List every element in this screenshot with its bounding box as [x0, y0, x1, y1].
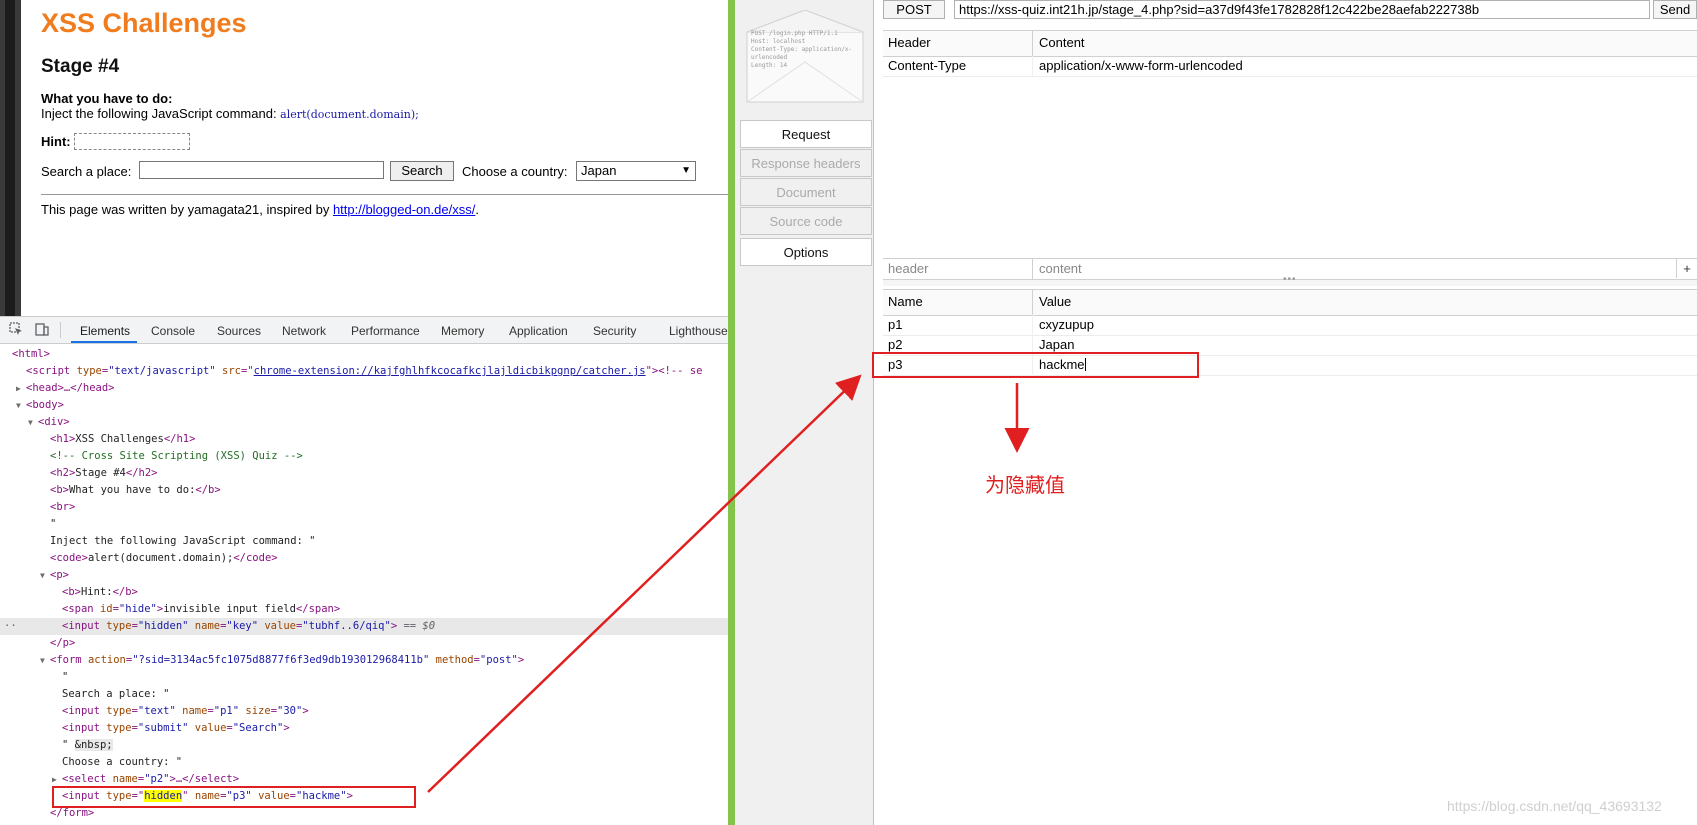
device-toolbar-icon[interactable] — [34, 322, 50, 338]
envelope-icon: POST /login.php HTTP/1.1 Host: localhost… — [745, 9, 867, 106]
tab-elements[interactable]: Elements — [80, 324, 130, 338]
splitter-handle[interactable]: ••• — [883, 274, 1697, 286]
dom-line[interactable]: ▼ <body> — [16, 397, 64, 414]
task-code: alert(document.domain); — [280, 108, 419, 121]
footer-link[interactable]: http://blogged-on.de/xss/ — [333, 202, 475, 217]
tab-console[interactable]: Console — [151, 324, 195, 338]
devtools-panel: Elements Console Sources Network Perform… — [0, 316, 728, 825]
dom-line[interactable]: <code>alert(document.domain);</code> — [50, 550, 278, 567]
dom-line[interactable]: <h1>XSS Challenges</h1> — [50, 431, 195, 448]
new-header-name-input[interactable]: header — [883, 259, 1033, 279]
dom-line[interactable]: ▼ <div> — [28, 414, 70, 431]
add-header-button[interactable]: + — [1676, 259, 1697, 278]
expand-triangle-icon: ▶ — [16, 384, 21, 393]
p3-row-highlight-box — [872, 352, 1199, 378]
document-button[interactable]: Document — [740, 178, 872, 206]
dom-tree: <html> <script type="text/javascript" sr… — [0, 344, 728, 825]
dom-line[interactable]: <input type="submit" value="Search"> — [62, 720, 290, 737]
chevron-down-icon: ▼ — [681, 165, 691, 176]
watermark: https://blog.csdn.net/qq_43693132 — [1447, 798, 1662, 814]
source-code-button[interactable]: Source code — [740, 207, 872, 235]
dom-line[interactable]: " — [62, 669, 68, 686]
tab-application[interactable]: Application — [509, 324, 568, 338]
divider — [41, 194, 728, 195]
task-text: Inject the following JavaScript command:… — [41, 106, 419, 121]
tab-performance[interactable]: Performance — [351, 324, 420, 338]
tab-sources[interactable]: Sources — [217, 324, 261, 338]
grip-dots-icon: ••• — [1283, 274, 1297, 285]
tab-security[interactable]: Security — [593, 324, 636, 338]
tab-lighthouse[interactable]: Lighthouse — [669, 324, 728, 338]
annotation-label: 为隐藏值 — [985, 473, 1065, 497]
tab-network[interactable]: Network — [282, 324, 326, 338]
new-header-content-input[interactable]: content — [1034, 259, 1697, 279]
inspect-icon[interactable] — [8, 322, 24, 338]
left-edge-bar — [0, 0, 21, 316]
script-src-link[interactable]: chrome-extension://kajfghlhfkcocafkcjlaj… — [254, 365, 646, 377]
dom-line[interactable]: " &nbsp; — [62, 737, 113, 754]
dom-line[interactable]: </p> — [50, 635, 75, 652]
task-heading: What you have to do: — [41, 91, 173, 106]
hidden-input-highlight-box — [52, 786, 416, 808]
pane-separator — [728, 0, 735, 825]
tab-memory[interactable]: Memory — [441, 324, 484, 338]
active-tab-indicator — [71, 341, 137, 343]
dom-line[interactable]: <html> — [12, 346, 50, 363]
task-prefix: Inject the following JavaScript command: — [41, 106, 281, 121]
country-select[interactable]: Japan ▼ — [576, 161, 696, 181]
browser-pane: XSS Challenges Stage #4 What you have to… — [0, 0, 728, 825]
collapse-triangle-icon: ▼ — [16, 401, 21, 410]
dom-line[interactable]: <span id="hide">invisible input field</s… — [62, 601, 340, 618]
country-selected: Japan — [581, 163, 617, 178]
dom-line[interactable]: <script type="text/javascript" src="chro… — [26, 363, 702, 380]
stage-heading: Stage #4 — [41, 56, 120, 77]
dom-line[interactable]: <h2>Stage #4</h2> — [50, 465, 157, 482]
dom-line[interactable]: ▼ <form action="?sid=3134ac5fc1075d8877f6… — [40, 652, 524, 669]
search-label: Search a place: — [41, 164, 132, 179]
request-editor-pane: POST /login.php HTTP/1.1 Host: localhost… — [735, 0, 1697, 825]
dom-line[interactable]: " — [50, 516, 56, 533]
dom-line[interactable]: <input type="text" name="p1" size="30"> — [62, 703, 309, 720]
country-label: Choose a country: — [462, 164, 568, 179]
hint-label: Hint: — [41, 134, 71, 149]
hint-hidden-field — [74, 133, 190, 150]
side-menu: POST /login.php HTTP/1.1 Host: localhost… — [735, 0, 874, 825]
name-column-title: Name — [883, 290, 1033, 315]
dom-line[interactable]: <b>What you have to do:</b> — [50, 482, 221, 499]
challenge-page: XSS Challenges Stage #4 What you have to… — [41, 0, 728, 316]
collapse-triangle-icon: ▼ — [40, 656, 45, 665]
dom-line[interactable]: Inject the following JavaScript command:… — [50, 533, 316, 550]
value-column-title: Value — [1039, 294, 1072, 309]
dom-line-selected[interactable]: ·· <input type="hidden" name="key" value=… — [0, 618, 728, 635]
collapse-triangle-icon: ▼ — [40, 571, 45, 580]
param-row[interactable]: p1 cxyzupup — [883, 315, 1697, 336]
dom-line[interactable]: ▶ <head>…</head> — [16, 380, 115, 397]
options-button[interactable]: Options — [740, 238, 872, 266]
page-footer: This page was written by yamagata21, ins… — [41, 202, 479, 217]
dom-line[interactable]: <b>Hint:</b> — [62, 584, 138, 601]
dom-line[interactable]: Search a place: " — [62, 686, 169, 703]
dom-line[interactable]: <br> — [50, 499, 75, 516]
page-title: XSS Challenges — [41, 8, 247, 38]
search-button[interactable]: Search — [390, 161, 454, 181]
params-header-row: Name Value — [883, 289, 1697, 316]
dom-line[interactable]: Choose a country: " — [62, 754, 182, 771]
devtools-tabbar: Elements Console Sources Network Perform… — [0, 317, 728, 344]
dom-line[interactable]: <!-- Cross Site Scripting (XSS) Quiz --> — [50, 448, 303, 465]
response-headers-button[interactable]: Response headers — [740, 149, 872, 177]
collapse-triangle-icon: ▼ — [28, 418, 33, 427]
search-input[interactable] — [139, 161, 384, 179]
request-button[interactable]: Request — [740, 120, 872, 148]
dom-line[interactable]: ▼ <p> — [40, 567, 69, 584]
